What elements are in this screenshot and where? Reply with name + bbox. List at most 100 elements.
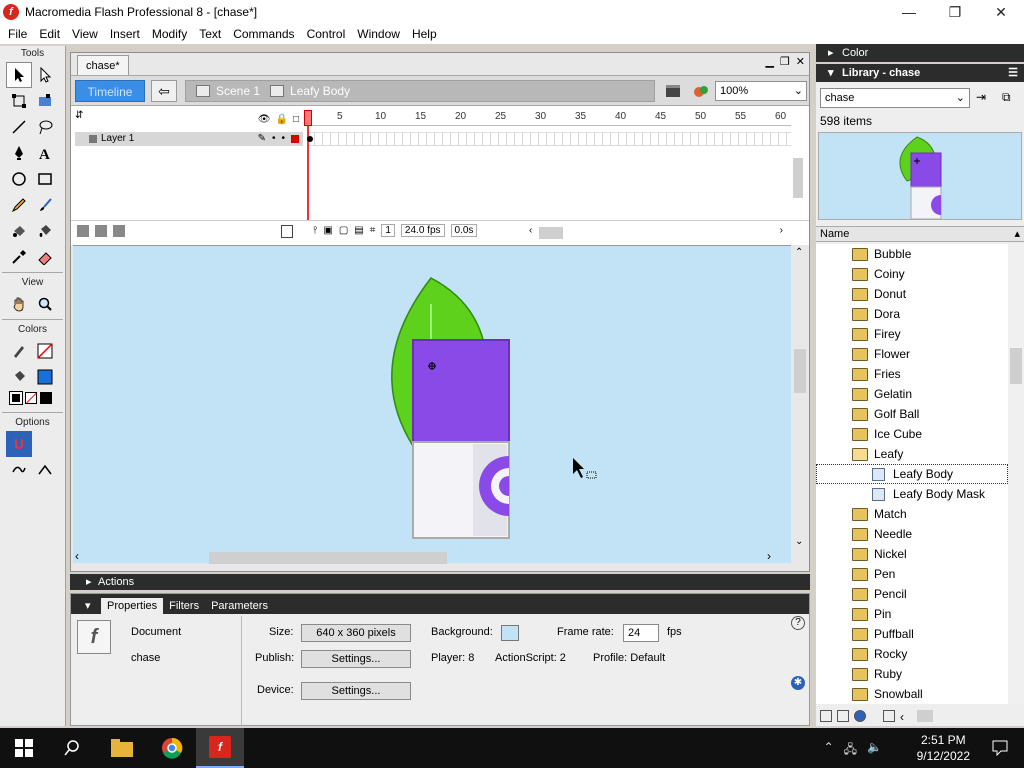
fill-transform-tool-icon[interactable] (32, 88, 58, 114)
device-settings-button[interactable]: Settings... (301, 682, 411, 700)
insert-folder-icon[interactable] (113, 225, 125, 237)
library-item[interactable]: Puffball (816, 624, 1008, 644)
menu-edit[interactable]: Edit (33, 27, 66, 41)
frame-ruler[interactable]: 5 10 15 20 25 30 35 40 45 50 55 60 (307, 110, 791, 126)
document-tab[interactable]: chase* (77, 55, 129, 75)
breadcrumb-symbol[interactable]: Leafy Body (270, 84, 350, 98)
chrome-icon[interactable] (148, 728, 196, 768)
eraser-tool-icon[interactable] (32, 244, 58, 270)
library-item[interactable]: Ruby (816, 664, 1008, 684)
publish-settings-button[interactable]: Settings... (301, 650, 411, 668)
free-transform-tool-icon[interactable] (6, 88, 32, 114)
collapse-triangle-icon[interactable]: ▾ (85, 597, 91, 614)
library-item-selected[interactable]: Leafy Body (816, 464, 1008, 484)
library-item[interactable]: Coiny (816, 264, 1008, 284)
timeline-menu-icon[interactable]: ⇵ (75, 110, 83, 121)
zoom-select[interactable]: 100% ⌄ (715, 81, 807, 101)
straighten-icon[interactable] (32, 457, 58, 483)
lock-icon[interactable]: 🔒 (276, 114, 288, 125)
ink-bottle-tool-icon[interactable] (6, 218, 32, 244)
chevron-up-icon[interactable]: ⌃ (824, 740, 834, 761)
library-item[interactable]: Rocky (816, 644, 1008, 664)
background-color-swatch[interactable] (501, 625, 519, 641)
stage[interactable] (73, 245, 791, 563)
library-item[interactable]: Fries (816, 364, 1008, 384)
library-item[interactable]: Leafy (816, 444, 1008, 464)
library-item[interactable]: Bubble (816, 244, 1008, 264)
subselection-tool-icon[interactable] (32, 62, 58, 88)
edit-scene-icon[interactable] (663, 82, 683, 100)
actions-panel-header[interactable]: ▸ Actions (70, 574, 810, 590)
panel-menu-icon[interactable]: ☰ (1008, 64, 1018, 82)
fill-color-icon[interactable] (6, 364, 32, 390)
timeline-vscroll[interactable] (791, 146, 805, 218)
library-item[interactable]: Ice Cube (816, 424, 1008, 444)
library-item[interactable]: Dora (816, 304, 1008, 324)
menu-window[interactable]: Window (351, 27, 406, 41)
library-hscroll-thumb[interactable] (917, 710, 933, 722)
playhead-handle[interactable] (304, 110, 312, 126)
library-panel-header[interactable]: ▾ Library - chase ☰ (816, 64, 1024, 82)
minimize-button[interactable]: — (886, 0, 932, 24)
clock[interactable]: 2:51 PM 9/12/2022 (917, 732, 970, 764)
text-tool-icon[interactable]: A (32, 140, 58, 166)
snap-magnet-icon[interactable] (6, 431, 32, 457)
swap-colors-icon[interactable] (40, 392, 52, 404)
sort-icon[interactable]: ▴ (1014, 227, 1020, 241)
library-select[interactable]: chase ⌄ (820, 88, 970, 108)
library-item[interactable]: Nickel (816, 544, 1008, 564)
doc-restore-icon[interactable]: ❐ (780, 55, 790, 68)
library-item[interactable]: Pen (816, 564, 1008, 584)
lock-dot[interactable]: • (281, 132, 285, 146)
menu-view[interactable]: View (66, 27, 104, 41)
new-symbol-icon[interactable] (820, 710, 832, 722)
zoom-tool-icon[interactable] (32, 291, 58, 317)
center-frame-icon[interactable]: ⫯ (313, 225, 317, 236)
breadcrumb-scene[interactable]: Scene 1 (196, 84, 260, 98)
pen-tool-icon[interactable] (6, 140, 32, 166)
paint-bucket-tool-icon[interactable] (32, 218, 58, 244)
stage-hscroll[interactable]: ‹ › (75, 549, 789, 565)
close-button[interactable]: ✕ (978, 0, 1024, 24)
rectangle-tool-icon[interactable] (32, 166, 58, 192)
tab-filters[interactable]: Filters (163, 598, 205, 614)
no-color-icon[interactable] (25, 392, 37, 404)
edit-multiple-icon[interactable]: ▤ (354, 225, 363, 236)
tab-properties[interactable]: Properties (101, 598, 164, 614)
library-item[interactable]: Flower (816, 344, 1008, 364)
tab-parameters[interactable]: Parameters (205, 598, 274, 614)
black-white-icon[interactable] (9, 391, 23, 405)
volume-icon[interactable]: 🔈 (867, 740, 882, 761)
selection-tool-icon[interactable] (6, 62, 32, 88)
menu-modify[interactable]: Modify (146, 27, 193, 41)
library-vscroll[interactable] (1008, 244, 1024, 704)
menu-control[interactable]: Control (301, 27, 352, 41)
library-item[interactable]: Pin (816, 604, 1008, 624)
size-button[interactable]: 640 x 360 pixels (301, 624, 411, 642)
onion-skin-icon[interactable]: ▣ (323, 225, 332, 236)
delete-icon[interactable] (883, 710, 895, 722)
onion-markers-icon[interactable]: ⌗ (370, 225, 376, 236)
outline-color-box[interactable] (291, 135, 299, 143)
insert-layer-icon[interactable] (77, 225, 89, 237)
leafy-body-top[interactable] (412, 339, 510, 445)
visibility-dot[interactable]: • (272, 132, 276, 146)
edit-symbols-icon[interactable] (691, 82, 711, 100)
menu-help[interactable]: Help (406, 27, 443, 41)
library-item[interactable]: Match (816, 504, 1008, 524)
oval-tool-icon[interactable] (6, 166, 32, 192)
pin-library-icon[interactable]: ⇥ (976, 90, 986, 104)
delete-layer-icon[interactable] (281, 225, 293, 238)
brush-tool-icon[interactable] (32, 192, 58, 218)
windows-start-icon[interactable] (0, 728, 48, 768)
color-panel-header[interactable]: ▸ Color (816, 44, 1024, 62)
onion-outlines-icon[interactable]: ▢ (339, 225, 348, 236)
library-item[interactable]: Donut (816, 284, 1008, 304)
search-icon[interactable] (48, 728, 96, 768)
maximize-button[interactable]: ❐ (932, 0, 978, 24)
library-item[interactable]: Pencil (816, 584, 1008, 604)
outline-icon[interactable]: □ (293, 114, 299, 125)
smooth-icon[interactable] (6, 457, 32, 483)
menu-text[interactable]: Text (193, 27, 227, 41)
frame-cells[interactable] (307, 132, 791, 146)
